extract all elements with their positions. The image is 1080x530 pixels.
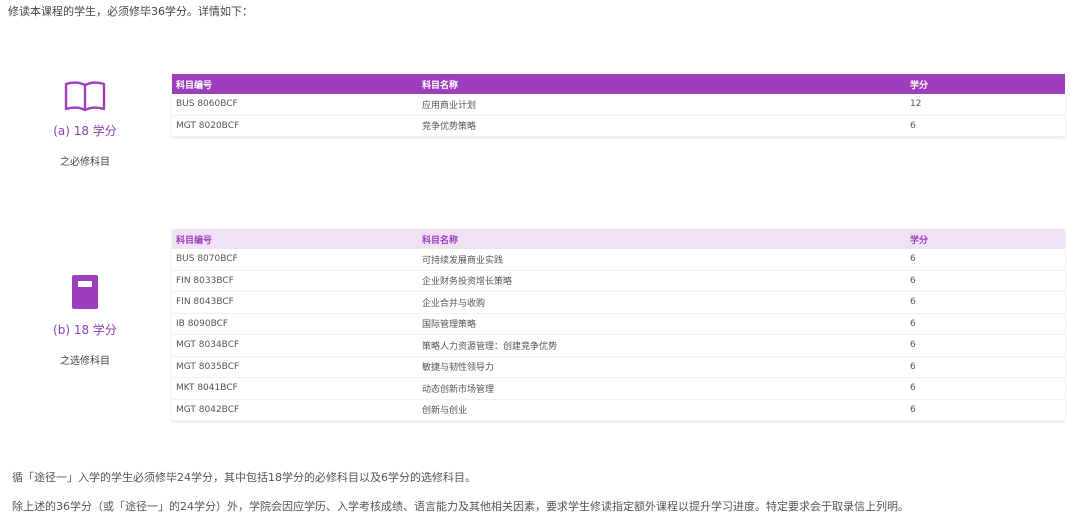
course-credits: 6	[906, 270, 1065, 292]
course-code: BUS 8060BCF	[172, 94, 418, 116]
course-code: BUS 8070BCF	[172, 249, 418, 271]
course-credits: 6	[906, 334, 1065, 357]
header-course-name: 科目名称	[418, 229, 906, 249]
course-name: 应用商业计划	[418, 94, 906, 116]
course-code: FIN 8043BCF	[172, 291, 418, 314]
table-row: MGT 8034BCF 策略人力资源管理：创建竞争优势 6	[172, 334, 1065, 357]
course-credits: 6	[906, 399, 1065, 421]
course-code: IB 8090BCF	[172, 313, 418, 335]
course-credits: 6	[906, 115, 1065, 137]
table-row: MGT 8020BCF 竞争优势策略 6	[172, 115, 1065, 137]
core-summary: (a) 18 学分 之必修科目	[25, 80, 145, 168]
course-code: MGT 8042BCF	[172, 399, 418, 421]
header-course-code: 科目编号	[172, 229, 418, 249]
closed-book-icon	[72, 275, 98, 309]
course-name: 企业财务投资增长策略	[418, 270, 906, 292]
additional-requirements-note: 除上述的36学分（或「途径一」的24学分）外，学院会因应学历、入学考核成绩、语言…	[12, 500, 909, 513]
course-name: 企业合并与收购	[418, 291, 906, 314]
core-credits: (a) 18 学分	[53, 124, 117, 138]
pathway-note: 循「途径一」入学的学生必须修毕24学分，其中包括18学分的必修科目以及6学分的选…	[12, 471, 476, 484]
table-row: BUS 8070BCF 可持续发展商业实践 6	[172, 249, 1065, 271]
table-row: BUS 8060BCF 应用商业计划 12	[172, 94, 1065, 116]
header-credits: 学分	[906, 229, 1065, 249]
elective-credits: (b) 18 学分	[53, 323, 117, 337]
course-code: MGT 8020BCF	[172, 115, 418, 137]
table-row: FIN 8043BCF 企业合并与收购 6	[172, 291, 1065, 314]
course-name: 敏捷与韧性领导力	[418, 356, 906, 378]
course-credits: 6	[906, 377, 1065, 400]
table-row: MGT 8042BCF 创新与创业 6	[172, 399, 1065, 421]
elective-courses-table: 科目编号 科目名称 学分 BUS 8070BCF 可持续发展商业实践 6 FIN…	[172, 229, 1065, 421]
course-name: 创新与创业	[418, 399, 906, 421]
table-row: FIN 8033BCF 企业财务投资增长策略 6	[172, 270, 1065, 292]
course-code: MGT 8035BCF	[172, 356, 418, 378]
core-courses-table: 科目编号 科目名称 学分 BUS 8060BCF 应用商业计划 12 MGT 8…	[172, 74, 1065, 137]
header-credits: 学分	[906, 74, 1065, 94]
course-code: MKT 8041BCF	[172, 377, 418, 400]
course-name: 国际管理策略	[418, 313, 906, 335]
table-header-row: 科目编号 科目名称 学分	[172, 74, 1065, 94]
core-caption: 之必修科目	[60, 157, 110, 168]
course-credits: 6	[906, 356, 1065, 378]
course-credits: 6	[906, 249, 1065, 271]
header-course-code: 科目编号	[172, 74, 418, 94]
elective-summary: (b) 18 学分 之选修科目	[25, 273, 145, 367]
table-row: MGT 8035BCF 敏捷与韧性领导力 6	[172, 356, 1065, 378]
header-course-name: 科目名称	[418, 74, 906, 94]
course-name: 可持续发展商业实践	[418, 249, 906, 271]
course-name: 竞争优势策略	[418, 115, 906, 137]
course-code: MGT 8034BCF	[172, 334, 418, 357]
course-code: FIN 8033BCF	[172, 270, 418, 292]
course-credits: 12	[906, 94, 1065, 116]
course-name: 策略人力资源管理：创建竞争优势	[418, 334, 906, 357]
table-header-row: 科目编号 科目名称 学分	[172, 229, 1065, 249]
intro-text: 修读本课程的学生，必须修毕36学分。详情如下：	[8, 5, 253, 18]
table-row: IB 8090BCF 国际管理策略 6	[172, 313, 1065, 335]
course-credits: 6	[906, 291, 1065, 314]
open-book-icon	[64, 81, 106, 112]
course-credits: 6	[906, 313, 1065, 335]
table-row: MKT 8041BCF 动态创新市场管理 6	[172, 377, 1065, 400]
elective-caption: 之选修科目	[60, 356, 110, 367]
course-name: 动态创新市场管理	[418, 377, 906, 400]
